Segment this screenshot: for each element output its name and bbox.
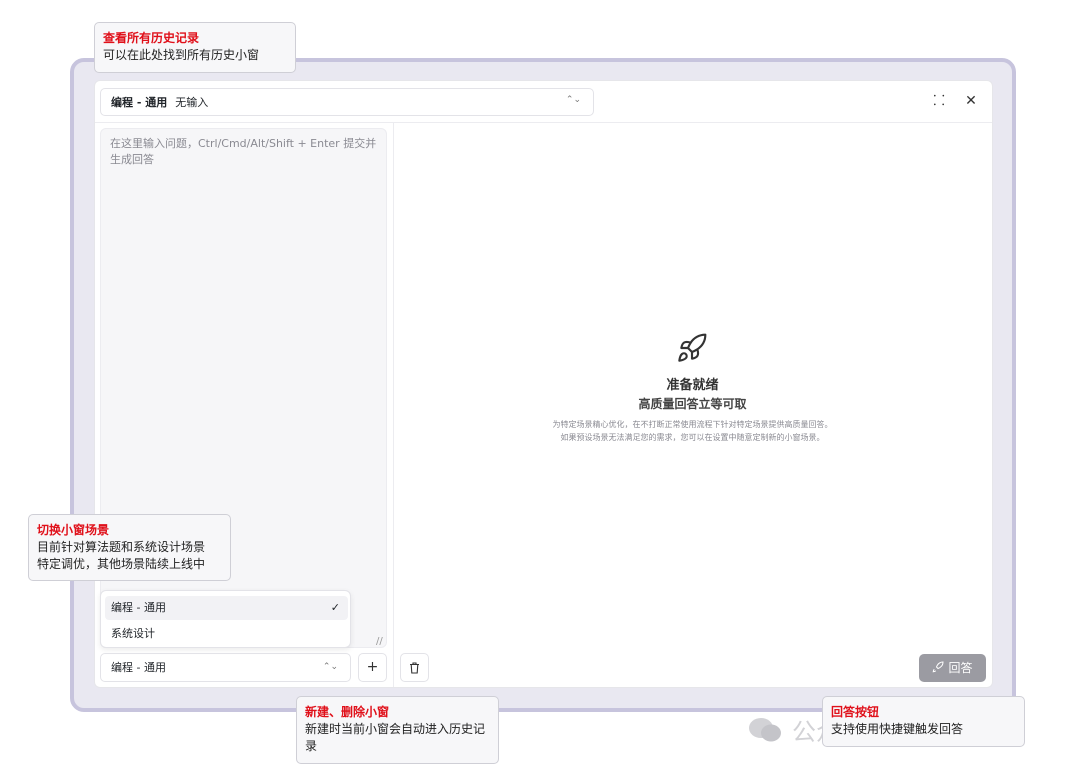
callout-answer: 回答按钮 支持使用快捷键触发回答 [822, 696, 1025, 747]
plus-icon: + [366, 659, 379, 675]
delete-window-button[interactable] [400, 653, 429, 682]
scene-selector-bottom[interactable]: 编程 - 通用 ⌃⌄ [100, 653, 351, 682]
empty-state-desc-line: 为特定场景精心优化，在不打断正常使用流程下针对特定场景提供高质量回答。 [552, 420, 833, 429]
scene-selector-bottom-value: 编程 - 通用 [111, 661, 166, 674]
callout-title: 回答按钮 [831, 705, 880, 719]
empty-state-title: 准备就绪 [666, 378, 719, 393]
wechat-icon [749, 717, 781, 741]
rocket-icon [678, 333, 707, 362]
callout-body: 支持使用快捷键触发回答 [831, 722, 964, 736]
callout-title: 查看所有历史记录 [103, 31, 200, 45]
answer-button[interactable]: 回答 [919, 654, 986, 682]
callout-history: 查看所有历史记录 可以在此处找到所有历史小窗 [94, 22, 296, 73]
chevron-updown-icon: ⌃⌄ [565, 95, 581, 105]
header-divider [95, 122, 992, 123]
scene-dropdown: 编程 - 通用 ✓ 系统设计 [100, 590, 351, 648]
rocket-icon [933, 661, 944, 673]
resize-handle-icon[interactable]: // [376, 636, 383, 647]
panel-divider [393, 123, 394, 687]
trash-icon [410, 662, 419, 674]
callout-body: 特定调优，其他场景陆续上线中 [37, 557, 206, 571]
callout-title: 切换小窗场景 [37, 523, 110, 537]
close-icon[interactable]: ✕ [962, 92, 980, 110]
empty-state-description: 为特定场景精心优化，在不打断正常使用流程下针对特定场景提供高质量回答。 如果预设… [500, 418, 885, 444]
answer-button-label: 回答 [948, 661, 973, 675]
callout-body: 目前针对算法题和系统设计场景 [37, 540, 206, 554]
dropdown-option-label: 系统设计 [111, 627, 155, 640]
scene-selector-category: 编程 - 通用 [111, 96, 168, 109]
scene-selector-top[interactable]: 编程 - 通用 无输入 ⌃⌄ [100, 88, 594, 116]
empty-state-desc-line: 如果预设场景无法满足您的需求，您可以在设置中随意定制新的小窗场景。 [560, 433, 825, 442]
callout-title: 新建、删除小窗 [305, 705, 390, 719]
check-icon: ✓ [330, 601, 340, 614]
new-window-button[interactable]: + [358, 653, 387, 682]
scene-selector-value: 无输入 [175, 96, 209, 109]
chevron-updown-icon: ⌃⌄ [322, 662, 338, 672]
collapse-icon[interactable]: ⸬ [930, 92, 948, 110]
empty-state-subtitle: 高质量回答立等可取 [638, 397, 747, 411]
dropdown-option-label: 编程 - 通用 [111, 601, 166, 614]
callout-body: 可以在此处找到所有历史小窗 [103, 48, 260, 62]
dropdown-option-system-design[interactable]: 系统设计 [105, 622, 348, 646]
callout-new-delete: 新建、删除小窗 新建时当前小窗会自动进入历史记录 [296, 696, 499, 764]
callout-scene: 切换小窗场景 目前针对算法题和系统设计场景 特定调优，其他场景陆续上线中 [28, 514, 231, 581]
question-placeholder: 在这里输入问题，Ctrl/Cmd/Alt/Shift + Enter 提交并生成… [110, 137, 377, 166]
callout-body: 新建时当前小窗会自动进入历史记录 [305, 722, 486, 753]
dropdown-option-general[interactable]: 编程 - 通用 ✓ [105, 596, 348, 620]
